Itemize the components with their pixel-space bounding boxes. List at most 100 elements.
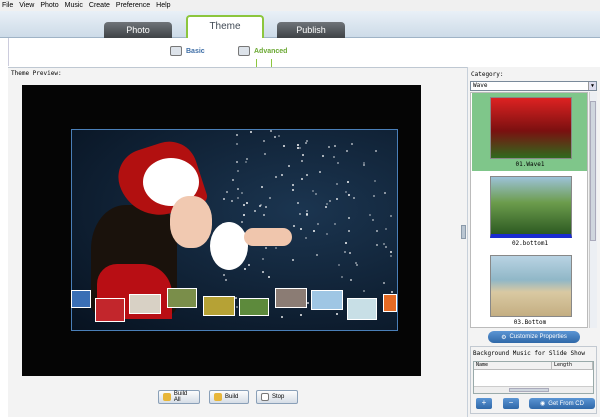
theme-item-bottom1[interactable]: 02.bottom1 xyxy=(472,172,587,250)
remove-music-button[interactable]: − xyxy=(503,398,519,409)
snow-particle xyxy=(301,153,304,156)
gear-icon: ⚙ xyxy=(501,334,507,341)
subtab-basic[interactable]: Basic xyxy=(170,46,205,56)
snow-particle xyxy=(306,302,309,305)
snow-particle xyxy=(350,142,353,145)
snow-particle xyxy=(354,261,357,264)
snow-particle xyxy=(348,230,351,233)
snow-particle xyxy=(316,253,319,256)
snow-particle xyxy=(296,201,299,204)
menu-help[interactable]: Help xyxy=(156,2,170,9)
customize-properties-button[interactable]: ⚙ Customize Properties xyxy=(488,331,580,343)
col-length[interactable]: Length xyxy=(552,362,593,369)
snow-particle xyxy=(274,246,277,249)
build-icon xyxy=(214,393,222,401)
snow-particle xyxy=(321,155,324,158)
snow-particle xyxy=(230,200,233,203)
build-button[interactable]: Build xyxy=(209,390,249,404)
snow-particle xyxy=(237,187,239,190)
snow-particle xyxy=(242,214,245,217)
snow-particle xyxy=(324,206,327,209)
photo-fur-cuff xyxy=(210,222,248,270)
snow-particle xyxy=(335,312,338,315)
music-hscrollbar[interactable] xyxy=(474,386,593,393)
stop-button[interactable]: Stop xyxy=(256,390,298,404)
snow-particle xyxy=(231,178,234,181)
strip-thumb xyxy=(311,290,343,310)
category-value: Wave xyxy=(473,82,488,89)
snow-particle xyxy=(391,291,394,294)
snow-particle xyxy=(311,189,314,192)
snow-particle xyxy=(312,230,315,233)
basic-icon xyxy=(170,46,182,56)
menu-create[interactable]: Create xyxy=(89,2,110,9)
snow-particle xyxy=(385,245,388,248)
snow-particle xyxy=(326,232,329,235)
snow-particle xyxy=(336,183,339,186)
pane-splitter-handle[interactable] xyxy=(461,225,466,239)
theme-thumbnail xyxy=(490,176,572,238)
theme-caption: 03.Bottom xyxy=(513,319,547,326)
menu-file[interactable]: File xyxy=(2,2,13,9)
strip-thumb xyxy=(383,294,397,312)
snow-particle xyxy=(267,275,270,278)
snow-particle xyxy=(235,296,238,299)
snow-particle xyxy=(264,206,267,209)
snow-particle xyxy=(375,149,378,152)
snow-particle xyxy=(343,251,346,254)
subtab-advanced[interactable]: Advanced xyxy=(238,46,287,56)
snow-particle xyxy=(363,163,366,166)
snow-particle xyxy=(390,255,393,258)
snow-particle xyxy=(337,162,340,165)
add-music-button[interactable]: + xyxy=(476,398,492,409)
tab-publish[interactable]: Publish xyxy=(277,22,345,38)
menu-view[interactable]: View xyxy=(19,2,34,9)
strip-thumb xyxy=(239,298,269,316)
get-from-cd-button[interactable]: ◉ Get From CD xyxy=(529,398,595,409)
snow-particle xyxy=(278,135,281,138)
snow-particle xyxy=(306,214,309,217)
snow-particle xyxy=(317,222,320,225)
build-all-button[interactable]: Build All xyxy=(158,390,200,404)
snow-particle xyxy=(280,315,283,318)
col-name[interactable]: Name xyxy=(474,362,552,369)
menu-photo[interactable]: Photo xyxy=(40,2,58,9)
preview-label: Theme Preview: xyxy=(11,70,62,77)
theme-caption: 02.bottom1 xyxy=(511,240,549,247)
theme-list-scroll-thumb[interactable] xyxy=(590,101,596,241)
build-all-icon xyxy=(163,393,171,401)
tab-photo[interactable]: Photo xyxy=(104,22,172,38)
chevron-down-icon[interactable]: ▼ xyxy=(588,82,596,90)
snow-particle xyxy=(224,279,227,282)
advanced-icon xyxy=(238,46,250,56)
snow-particle xyxy=(337,264,340,267)
snow-particle xyxy=(292,224,295,227)
snow-particle xyxy=(296,146,299,149)
stop-label: Stop xyxy=(272,394,285,400)
theme-item-bottom[interactable]: 03.Bottom xyxy=(472,251,587,327)
theme-list: 01.Wave1 02.bottom1 03.Bottom xyxy=(470,92,588,328)
category-select[interactable]: Wave ▼ xyxy=(470,81,597,91)
stop-icon xyxy=(261,393,269,401)
snow-particle xyxy=(263,153,266,156)
snow-particle xyxy=(223,273,226,276)
theme-item-wave1[interactable]: 01.Wave1 xyxy=(472,93,587,171)
snow-particle xyxy=(318,170,321,173)
snow-particle xyxy=(376,243,379,246)
snow-particle xyxy=(347,194,350,197)
tab-theme[interactable]: Theme xyxy=(186,15,264,39)
menu-preference[interactable]: Preference xyxy=(116,2,150,9)
snow-particle xyxy=(363,290,366,293)
snow-particle xyxy=(385,227,388,230)
snow-particle xyxy=(299,313,302,316)
snow-particle xyxy=(226,191,229,194)
snow-particle xyxy=(261,270,264,273)
snow-particle xyxy=(243,204,246,207)
photo-face xyxy=(170,196,212,248)
theme-thumbnail xyxy=(490,255,572,317)
strip-thumb xyxy=(275,288,307,308)
snow-particle xyxy=(265,246,268,249)
snow-particle xyxy=(356,264,359,267)
menu-music[interactable]: Music xyxy=(65,2,83,9)
music-hscroll-thumb[interactable] xyxy=(509,388,549,392)
